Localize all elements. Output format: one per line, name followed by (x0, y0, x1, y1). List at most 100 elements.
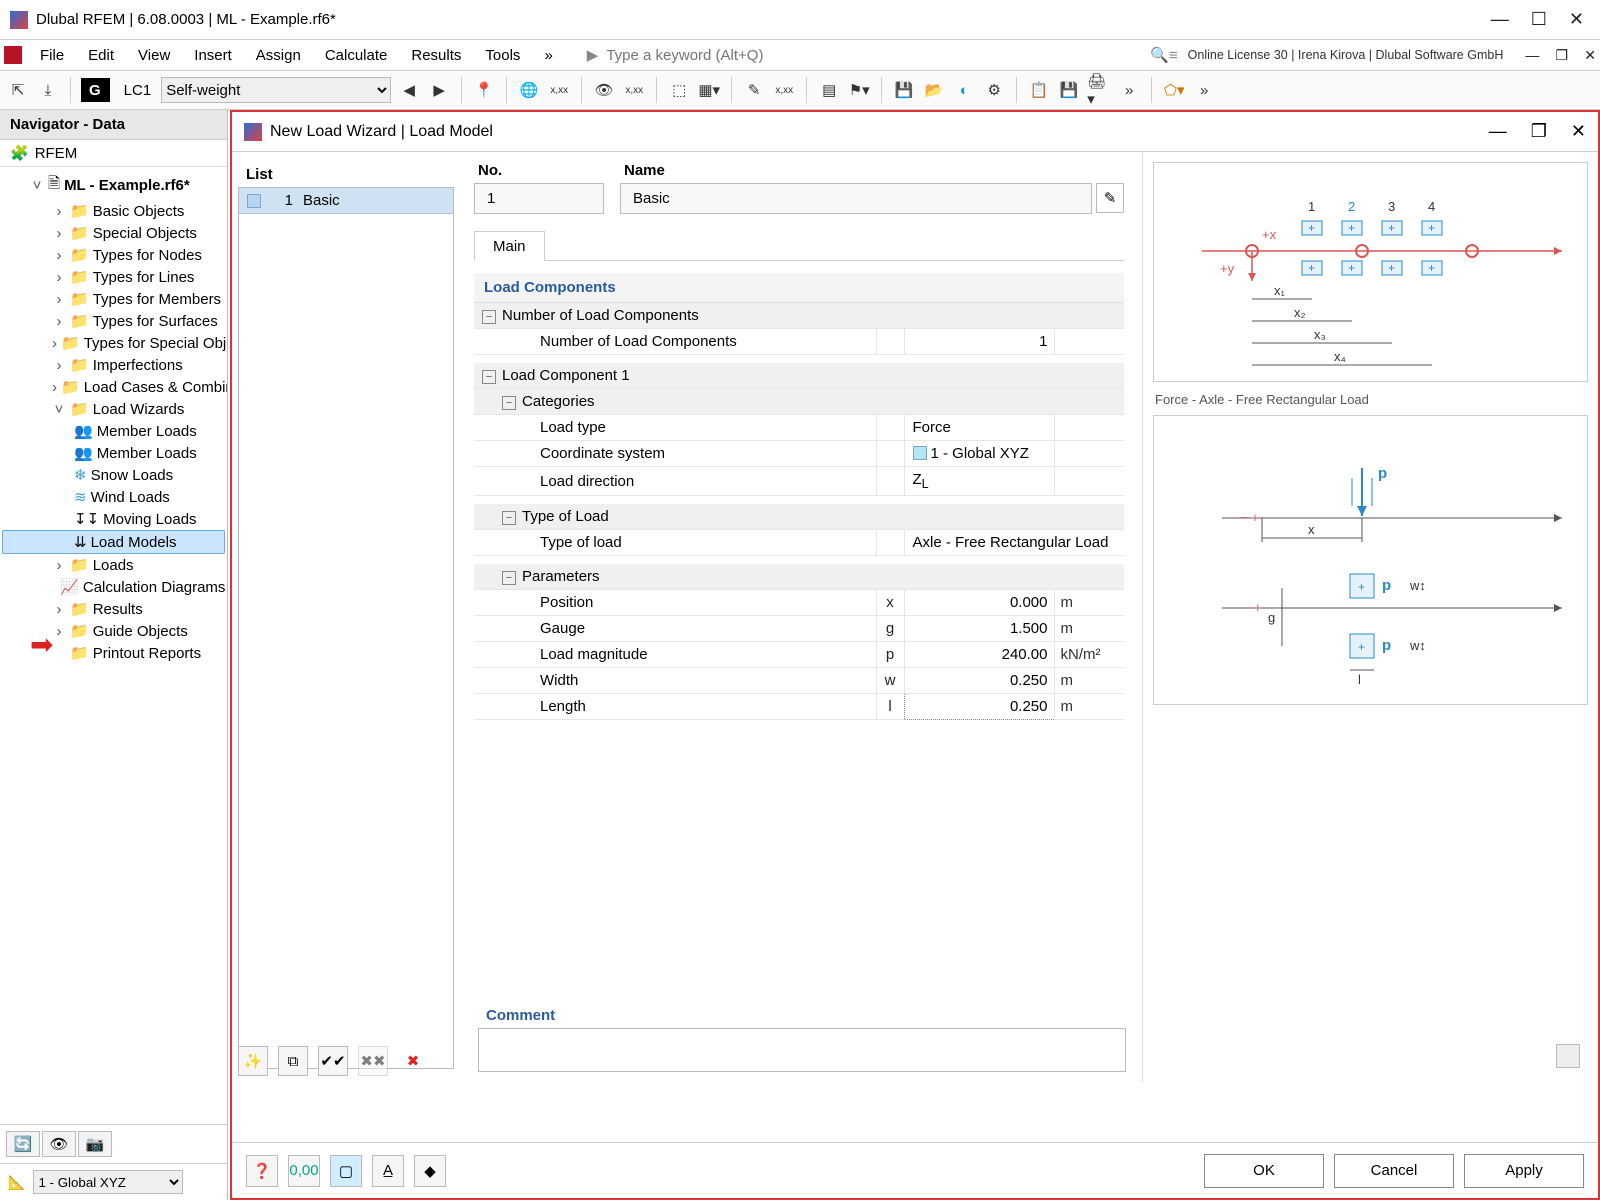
mdi-minimize[interactable]: — (1525, 47, 1539, 63)
view-button[interactable]: ▢ (330, 1155, 362, 1187)
list-box[interactable]: 1 Basic (238, 187, 454, 1069)
tree-moving-loads[interactable]: ↧↧Moving Loads (2, 508, 225, 530)
toolbar-flag-icon[interactable]: ⚑▾ (847, 78, 871, 102)
toolbar-grid-icon[interactable]: ▦▾ (697, 78, 721, 102)
menu-insert[interactable]: Insert (184, 45, 242, 66)
toolbar-btn-1[interactable]: ⇱ (6, 78, 30, 102)
render-button[interactable]: ◆ (414, 1155, 446, 1187)
nav-btn-camera[interactable]: 📷 (78, 1131, 112, 1157)
name-input[interactable] (631, 189, 1081, 208)
comment-input[interactable] (478, 1028, 1126, 1072)
toolbar-g-button[interactable]: G (81, 78, 110, 102)
group-number-of-components[interactable]: −Number of Load Components (474, 303, 1124, 329)
toolbar-btn-2[interactable]: ⤓ (36, 78, 60, 102)
group-categories[interactable]: −Categories (474, 389, 1124, 415)
row-coordinate-system[interactable]: Coordinate system 1 - Global XYZ (474, 441, 1124, 467)
ok-button[interactable]: OK (1204, 1154, 1324, 1188)
row-load-direction[interactable]: Load direction ZL (474, 467, 1124, 496)
toolbar-globe-icon[interactable]: 🌐 (517, 78, 541, 102)
tree-results[interactable]: ›📁Results (2, 598, 225, 620)
toolbar-eye-icon[interactable]: 👁 (592, 78, 616, 102)
toolbar-pin-icon[interactable]: 📍 (472, 78, 496, 102)
row-magnitude[interactable]: Load magnitude p 240.00 kN/m² (474, 642, 1124, 668)
tab-main[interactable]: Main (474, 231, 545, 261)
menu-results[interactable]: Results (401, 45, 471, 66)
app-menu-icon[interactable] (4, 46, 22, 64)
toolbar-save-icon[interactable]: 💾 (892, 78, 916, 102)
toolbar-print-icon[interactable]: 🖨▾ (1087, 78, 1111, 102)
help-button[interactable]: ❓ (246, 1155, 278, 1187)
dialog-minimize[interactable]: — (1489, 121, 1507, 142)
coord-system-select[interactable]: 1 - Global XYZ (33, 1170, 183, 1194)
diagram-thumb-icon[interactable] (1556, 1044, 1580, 1068)
menu-edit[interactable]: Edit (78, 45, 124, 66)
tree-project[interactable]: ˅🗎ML - Example.rf6* (2, 171, 225, 200)
dialog-maximize[interactable]: ❐ (1531, 121, 1547, 142)
tree-folder[interactable]: ›📁Types for Members (2, 288, 225, 310)
row-position[interactable]: Position x 0.000 m (474, 590, 1124, 616)
mdi-close[interactable]: ✕ (1584, 47, 1596, 63)
menu-assign[interactable]: Assign (246, 45, 311, 66)
toolbar-cube-icon[interactable]: ⬚ (667, 78, 691, 102)
tree-load-models[interactable]: ⇊Load Models (2, 530, 225, 554)
toolbar-open-icon[interactable]: 📂 (922, 78, 946, 102)
toolbar-xxx-1[interactable]: x,xx (547, 78, 571, 102)
tree-loads[interactable]: ›📁Loads (2, 554, 225, 576)
toolbar-xxx-2[interactable]: x,xx (622, 78, 646, 102)
list-delete-button[interactable]: ✖ (398, 1046, 428, 1076)
list-new-button[interactable]: ✨ (238, 1046, 268, 1076)
minimize-button[interactable]: — (1491, 9, 1509, 30)
tree-folder[interactable]: ›📁Types for Surfaces (2, 310, 225, 332)
menu-file[interactable]: File (30, 45, 74, 66)
row-load-type[interactable]: Load type Force (474, 415, 1124, 441)
menu-tools[interactable]: Tools (475, 45, 530, 66)
tree-folder[interactable]: ›📁Basic Objects (2, 200, 225, 222)
toolbar-layers-icon[interactable]: ▤ (817, 78, 841, 102)
menu-overflow[interactable]: » (534, 45, 562, 66)
toolbar-disk-icon[interactable]: 💾 (1057, 78, 1081, 102)
tree-snow-loads[interactable]: ❄Snow Loads (2, 464, 225, 486)
toolbar-loadcase-select[interactable]: Self-weight (161, 77, 391, 103)
group-parameters[interactable]: −Parameters (474, 564, 1124, 590)
tree-folder[interactable]: ›📁Types for Special Objects (2, 332, 225, 354)
list-item[interactable]: 1 Basic (239, 188, 453, 214)
list-uncheck-button[interactable]: ✖✖ (358, 1046, 388, 1076)
close-button[interactable]: ✕ (1569, 9, 1584, 30)
tree-folder[interactable]: ›📁Types for Nodes (2, 244, 225, 266)
tree-load-wizards[interactable]: ˅📁Load Wizards (2, 398, 225, 420)
navigator-root[interactable]: 🧩 RFEM (0, 140, 227, 167)
row-type-of-load[interactable]: Type of load Axle - Free Rectangular Loa… (474, 530, 1124, 556)
menu-calculate[interactable]: Calculate (315, 45, 398, 66)
group-type-of-load[interactable]: −Type of Load (474, 504, 1124, 530)
no-input[interactable] (485, 189, 593, 208)
list-check-button[interactable]: ✔✔ (318, 1046, 348, 1076)
tree-folder[interactable]: ›📁Types for Lines (2, 266, 225, 288)
menu-view[interactable]: View (128, 45, 180, 66)
toolbar-shape-icon[interactable]: ⬠▾ (1162, 78, 1186, 102)
tree-wind-loads[interactable]: ≋Wind Loads (2, 486, 225, 508)
apply-button[interactable]: Apply (1464, 1154, 1584, 1188)
list-copy-button[interactable]: ⧉ (278, 1046, 308, 1076)
nav-btn-eye[interactable]: 👁 (42, 1131, 76, 1157)
keyword-search-input[interactable] (604, 46, 904, 65)
toolbar-prev[interactable]: ◀ (397, 78, 421, 102)
tree-calc-diagram[interactable]: 📈Calculation Diagrams (2, 576, 225, 598)
maximize-button[interactable]: ☐ (1531, 9, 1547, 30)
edit-name-button[interactable]: ✎ (1096, 183, 1124, 213)
units-button[interactable]: 0,00 (288, 1155, 320, 1187)
toolbar-xxx-3[interactable]: x,xx (772, 78, 796, 102)
nav-btn-views[interactable]: 🔄 (6, 1131, 40, 1157)
toolbar-gear-icon[interactable]: ⚙ (982, 78, 1006, 102)
tree-folder[interactable]: ›📁Special Objects (2, 222, 225, 244)
dialog-close[interactable]: ✕ (1571, 121, 1586, 142)
row-length[interactable]: Length l 0.250 m (474, 694, 1124, 720)
toolbar-next[interactable]: ▶ (427, 78, 451, 102)
toolbar-edit-icon[interactable]: ✎ (742, 78, 766, 102)
keyword-go-icon[interactable]: ▶ (587, 46, 599, 64)
row-gauge[interactable]: Gauge g 1.500 m (474, 616, 1124, 642)
row-number-of-components[interactable]: Number of Load Components 1 (474, 329, 1124, 355)
cancel-button[interactable]: Cancel (1334, 1154, 1454, 1188)
tree-folder[interactable]: ›📁Load Cases & Combinations (2, 376, 225, 398)
tree-member-loads[interactable]: 👥Member Loads (2, 420, 225, 442)
toolbar-overflow-1[interactable]: » (1117, 78, 1141, 102)
